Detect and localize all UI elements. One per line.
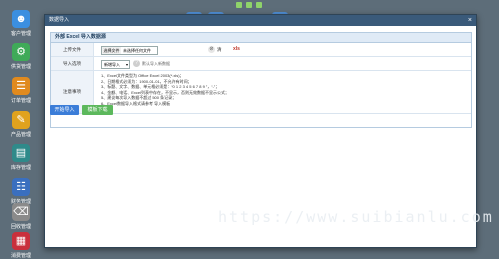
app-recycle[interactable]: ⌫ 回收管理 <box>6 203 36 230</box>
finance-icon: ☷ <box>12 178 30 196</box>
dialog-title: 数据导入 <box>49 17 70 23</box>
excel-icon: xls <box>233 46 240 52</box>
file-name-display: 未选择任何文件 <box>121 46 158 55</box>
gear-icon: ⚙ <box>12 43 30 61</box>
start-import-button[interactable]: 开始导入 <box>50 105 79 115</box>
app-label: 供货管理 <box>10 64 31 70</box>
app-product[interactable]: ✎ 产品管理 <box>6 111 36 138</box>
user-icon: ☻ <box>12 10 30 28</box>
help-icon: ? <box>133 60 140 67</box>
close-icon[interactable]: × <box>468 15 472 26</box>
desktop-top-chip <box>256 2 262 8</box>
chevron-down-icon: ▾ <box>125 62 128 67</box>
app-label: 回收管理 <box>10 224 31 230</box>
import-form-panel: 外部 Excel 导入数据源 上传文件 选择文件 未选择任何文件 ⊘ 清 xls… <box>50 32 472 128</box>
clear-label[interactable]: 清 <box>217 46 222 53</box>
import-option-help: 默认导入新数据 <box>142 61 170 66</box>
edit-icon: ✎ <box>12 111 30 129</box>
note-item: 6、Excel数据导入格式请参考 导入模板 <box>101 100 171 106</box>
file-upload-row: 上传文件 选择文件 未选择任何文件 ⊘ 清 xls <box>51 43 471 57</box>
notes-row: 注意事项 1、Excel文件类型为 Office Excel 2003(*.xl… <box>51 71 471 114</box>
app-label: 客户管理 <box>10 31 31 37</box>
panel-title: 外部 Excel 导入数据源 <box>51 33 471 43</box>
trash-icon: ⌫ <box>12 203 30 221</box>
choose-file-button[interactable]: 选择文件 <box>101 46 122 55</box>
order-icon: ☰ <box>12 77 30 95</box>
template-download-button[interactable]: 模板下载 <box>82 105 113 115</box>
dialog-title-bar[interactable]: 数据导入 × <box>45 15 476 26</box>
desktop-top-chip <box>246 2 252 8</box>
watermark-text: https://www.suibianlu.com <box>218 208 494 226</box>
import-option-value: 新增导入 <box>104 62 120 67</box>
note-item: 3、标题、文字、数据、单元格必须是：“0 1 2 3 4 5 6 7 8 9 ”… <box>101 84 220 90</box>
app-inventory[interactable]: ▤ 库存管理 <box>6 144 36 171</box>
desktop-app-rail: ☻ 客户管理 ⚙ 供货管理 ☰ 订单管理 ✎ 产品管理 ▤ 库存管理 ☷ 财务管… <box>0 0 42 259</box>
app-consume[interactable]: ▦ 消费管理 <box>6 232 36 259</box>
notes-list: 1、Excel文件类型为 Office Excel 2003(*.xls)； 2… <box>101 73 229 107</box>
wallet-icon: ▦ <box>12 232 30 250</box>
clear-icon[interactable]: ⊘ <box>208 46 215 53</box>
app-customer[interactable]: ☻ 客户管理 <box>6 10 36 37</box>
desktop-top-chip <box>236 2 242 8</box>
app-order[interactable]: ☰ 订单管理 <box>6 77 36 104</box>
import-option-row: 导入选项 新增导入 ▾ ? 默认导入新数据 <box>51 57 471 71</box>
app-supply[interactable]: ⚙ 供货管理 <box>6 43 36 70</box>
file-upload-label: 上传文件 <box>51 43 94 56</box>
import-option-select[interactable]: 新增导入 ▾ <box>101 60 130 69</box>
app-label: 库存管理 <box>10 165 31 171</box>
app-label: 产品管理 <box>10 132 31 138</box>
app-finance[interactable]: ☷ 财务管理 <box>6 178 36 205</box>
app-label: 消费管理 <box>10 253 31 259</box>
clipboard-icon: ▤ <box>12 144 30 162</box>
import-option-label: 导入选项 <box>51 57 94 70</box>
app-label: 订单管理 <box>10 98 31 104</box>
